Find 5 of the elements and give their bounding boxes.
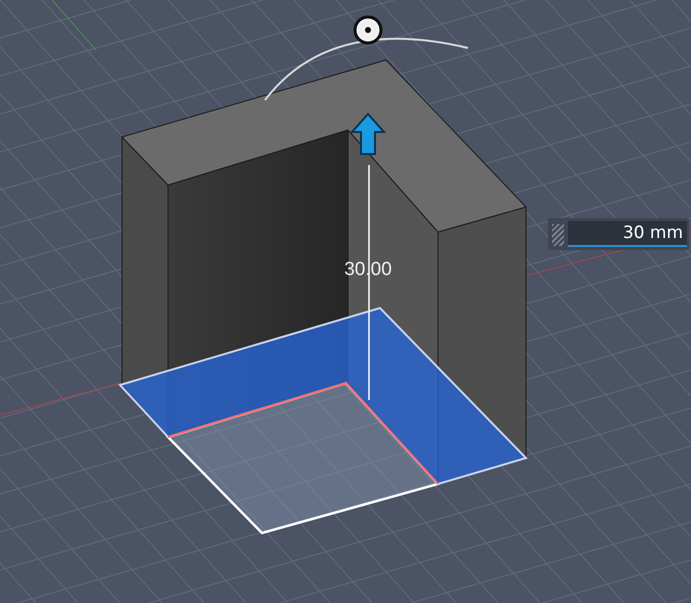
- distance-input-field[interactable]: 30 mm: [568, 221, 687, 247]
- grip-handle-icon[interactable]: [552, 224, 564, 246]
- drag-arrow-icon[interactable]: [350, 112, 386, 155]
- axis-line: [52, 0, 96, 50]
- eye-handle-icon[interactable]: [354, 16, 382, 44]
